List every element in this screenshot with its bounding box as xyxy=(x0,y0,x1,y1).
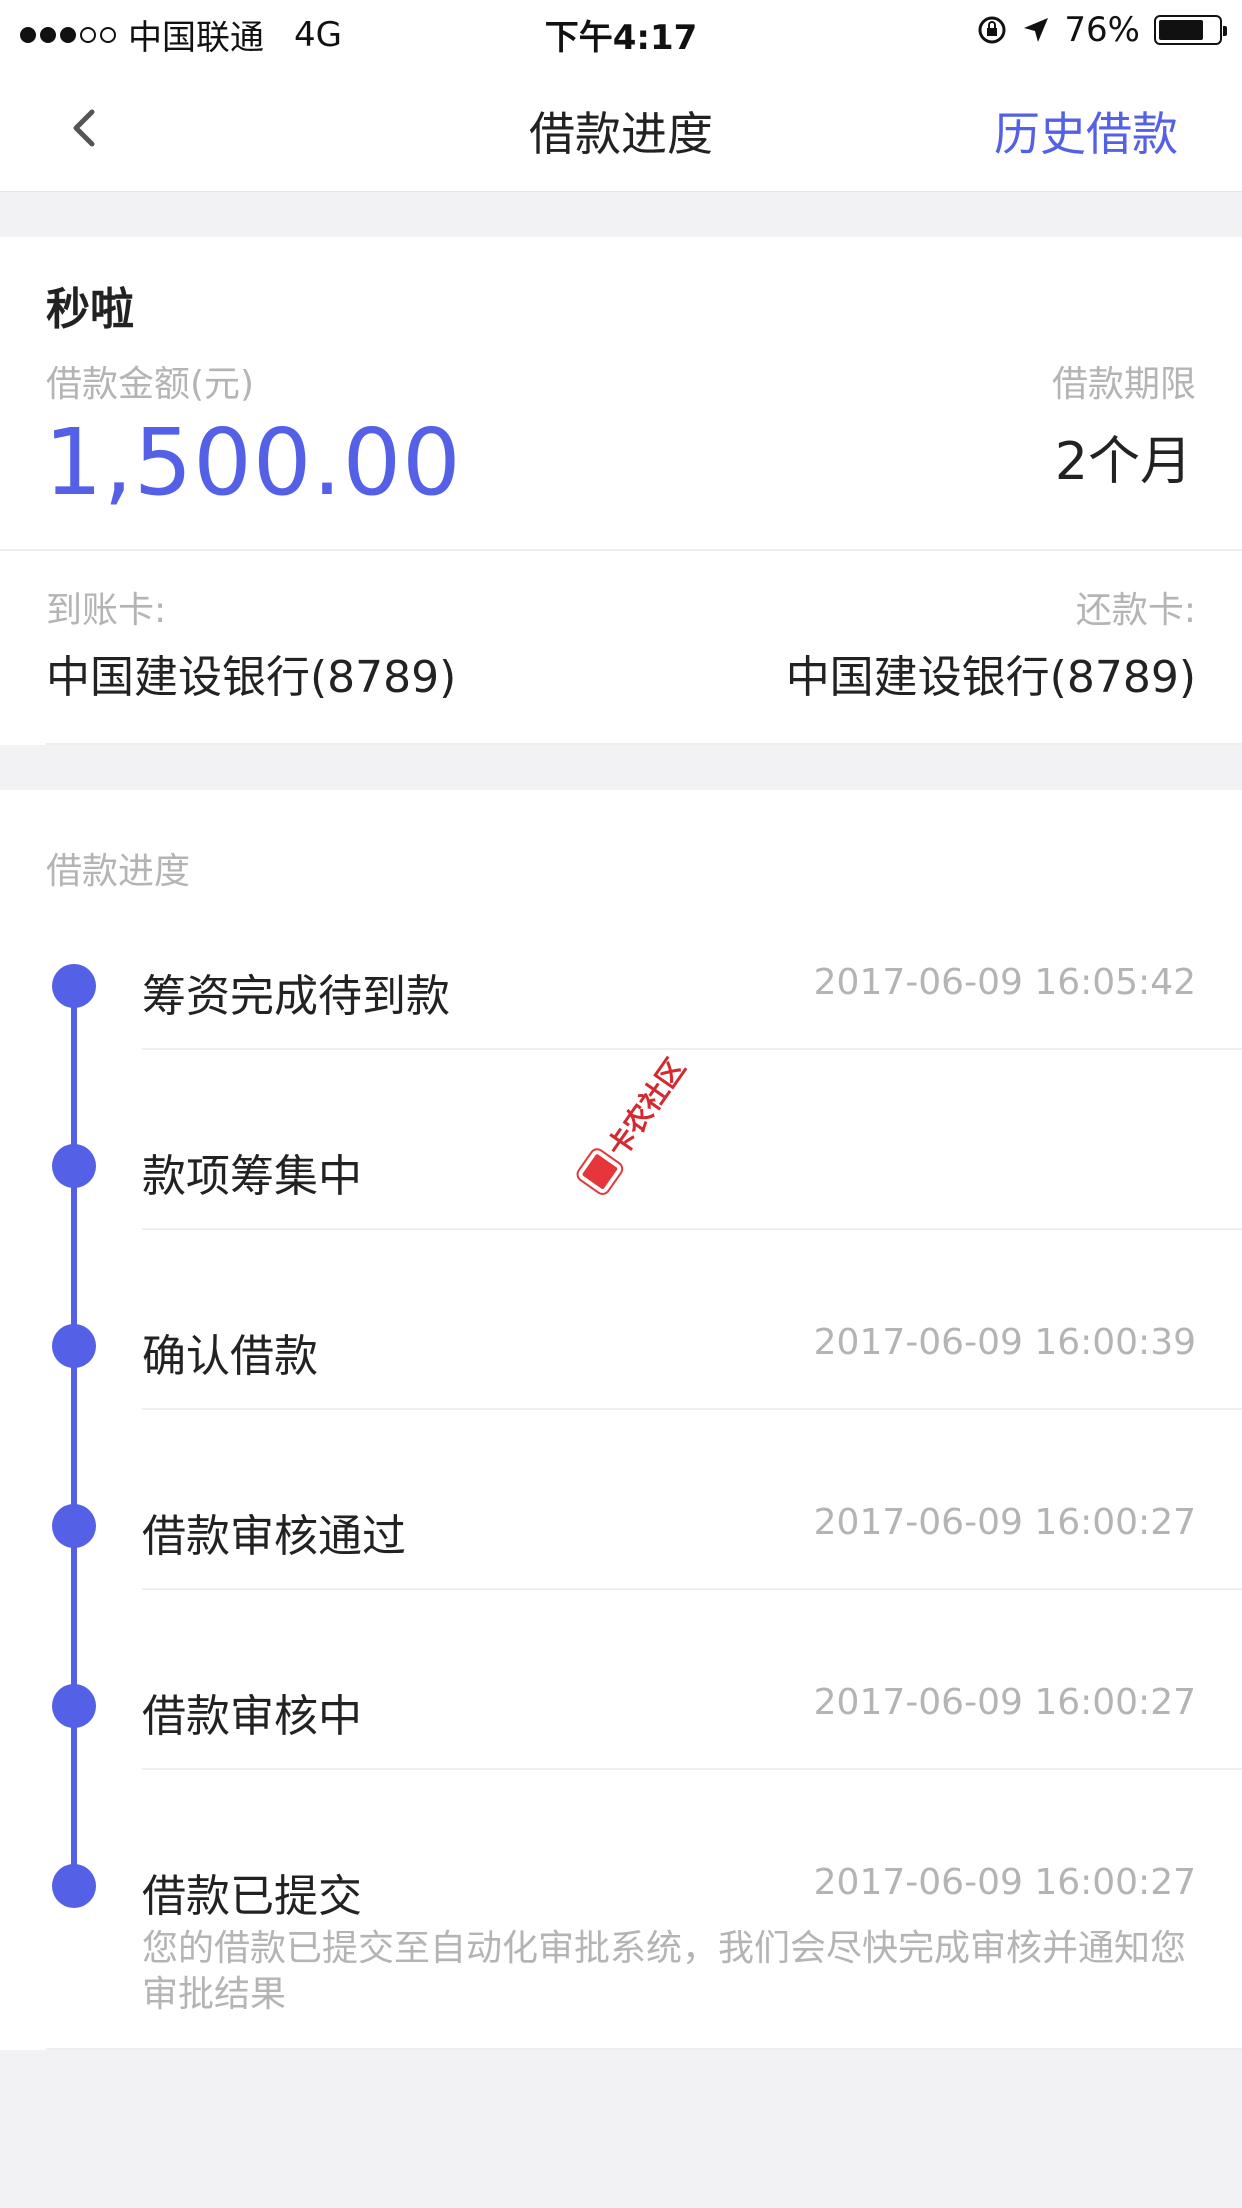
battery-percent: 76% xyxy=(1064,10,1140,50)
divider xyxy=(46,743,1242,745)
term-value: 2个月 xyxy=(1054,432,1192,492)
timeline-dot-icon xyxy=(52,1864,96,1908)
amount-label: 借款金额(元) xyxy=(46,364,255,405)
divider xyxy=(0,549,1242,551)
loan-summary-card: 秒啦 借款金额(元) 1,500.00 借款期限 2个月 到账卡: 中国建设银行… xyxy=(0,237,1242,745)
step-time: 2017-06-09 16:00:39 xyxy=(813,1322,1196,1363)
watermark-text: 卡农社区 xyxy=(600,1052,693,1164)
step-label: 筹资完成待到款 xyxy=(142,971,450,1022)
step-label: 借款已提交 xyxy=(142,1871,362,1922)
step-description: 您的借款已提交至自动化审批系统，我们会尽快完成审核并通知您审批结果 xyxy=(142,1928,1187,2015)
term-label: 借款期限 xyxy=(1051,364,1196,405)
repay-card-label: 还款卡: xyxy=(1075,590,1196,631)
step-time: 2017-06-09 16:00:27 xyxy=(813,1862,1196,1903)
step-time: 2017-06-09 16:00:27 xyxy=(813,1502,1196,1543)
timeline-step: 借款已提交 2017-06-09 16:00:27 您的借款已提交至自动化审批系… xyxy=(0,1770,1242,2050)
timeline-dot-icon xyxy=(52,1144,96,1188)
step-time: 2017-06-09 16:05:42 xyxy=(813,962,1196,1003)
location-arrow-icon xyxy=(1024,18,1049,42)
timeline-step: 确认借款 2017-06-09 16:00:39 xyxy=(0,1230,1242,1410)
status-bar: 中国联通 4G 下午4:17 76% xyxy=(0,0,1242,62)
amount-value: 1,500.00 xyxy=(44,409,462,516)
timeline-dot-icon xyxy=(52,964,96,1008)
status-right: 76% xyxy=(976,10,1227,50)
receive-card-value: 中国建设银行(8789) xyxy=(46,652,457,703)
timeline-dot-icon xyxy=(52,1504,96,1548)
step-label: 借款审核通过 xyxy=(142,1511,406,1562)
step-label: 借款审核中 xyxy=(142,1691,362,1742)
history-loans-link[interactable]: 历史借款 xyxy=(994,98,1178,164)
battery-fill xyxy=(1159,20,1204,40)
battery-icon xyxy=(1154,15,1227,45)
product-name: 秒啦 xyxy=(46,284,134,335)
step-label: 确认借款 xyxy=(142,1331,318,1382)
orientation-lock-icon xyxy=(978,16,1006,44)
timeline-step: 借款审核通过 2017-06-09 16:00:27 xyxy=(0,1410,1242,1590)
nav-bar: 借款进度 历史借款 xyxy=(0,62,1242,192)
loan-progress-card: 借款进度 筹资完成待到款 2017-06-09 16:05:42 款项筹集中 确… xyxy=(0,790,1242,2050)
timeline-dot-icon xyxy=(52,1684,96,1728)
divider xyxy=(46,2048,1242,2050)
timeline-dot-icon xyxy=(52,1324,96,1368)
repay-card-value: 中国建设银行(8789) xyxy=(785,652,1196,703)
step-label: 款项筹集中 xyxy=(142,1151,362,1202)
step-time: 2017-06-09 16:00:27 xyxy=(813,1682,1196,1723)
receive-card-label: 到账卡: xyxy=(46,590,167,631)
timeline-step: 借款审核中 2017-06-09 16:00:27 xyxy=(0,1590,1242,1770)
